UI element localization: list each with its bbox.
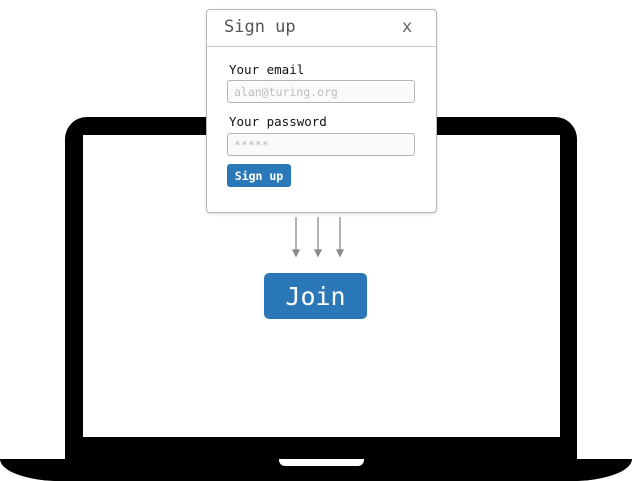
modal-title: Sign up	[224, 17, 296, 37]
join-button[interactable]: Join	[264, 273, 367, 319]
password-label: Your password	[229, 114, 327, 129]
diagram-canvas: Join Sign up x Your email Your password …	[0, 0, 632, 481]
email-label: Your email	[229, 62, 305, 77]
close-icon[interactable]: x	[402, 17, 412, 37]
arrow-left-head	[291, 249, 301, 258]
password-field[interactable]	[227, 133, 415, 156]
arrow-middle-head	[313, 249, 323, 258]
modal-header: Sign up x	[207, 10, 436, 47]
arrow-right-head	[335, 249, 345, 258]
arrows	[291, 217, 345, 258]
email-field[interactable]	[227, 80, 415, 103]
signup-button[interactable]: Sign up	[227, 164, 291, 187]
signup-modal: Sign up x Your email Your password Sign …	[206, 9, 437, 213]
laptop-notch	[279, 459, 364, 466]
